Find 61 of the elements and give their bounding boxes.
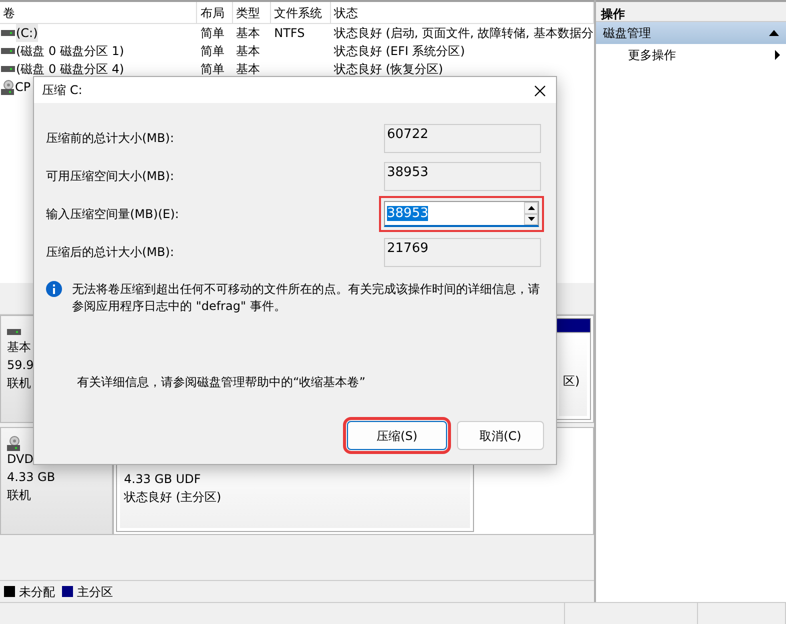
dialog-button[interactable]: 取消(C) — [457, 421, 544, 450]
help-text: 有关详细信息，请参阅磁盘管理帮助中的“收缩基本卷” — [77, 374, 366, 391]
drive-icon — [7, 328, 21, 336]
field-label: 可用压缩空间大小(MB): — [46, 168, 174, 185]
action-item[interactable]: 更多操作 — [596, 44, 786, 66]
submenu-arrow-icon — [775, 50, 780, 60]
disk-info: 基本 — [7, 340, 31, 354]
disk-info: 联机 — [7, 376, 31, 390]
drive-icon — [1, 47, 15, 55]
field-label: 压缩前的总计大小(MB): — [46, 130, 174, 147]
column-header[interactable]: 文件系统 — [271, 2, 331, 23]
info-text: 无法将卷压缩到超出任何不可移动的文件所在的点。有关完成该操作时间的详细信息，请参阅应用程序日志中的 "defrag" 事件。 — [72, 281, 541, 315]
table-cell: 状态良好 (恢复分区) — [334, 62, 444, 76]
table-cell: 简单 — [200, 62, 224, 76]
collapse-icon — [769, 30, 779, 36]
table-cell: 状态良好 (启动, 页面文件, 故障转储, 基本数据分 — [334, 26, 594, 40]
volume-name[interactable]: (C:) — [16, 24, 38, 42]
field-label: 输入压缩空间量(MB)(E): — [46, 206, 179, 223]
table-cell: NTFS — [274, 26, 305, 40]
actions-header: 操作 — [596, 0, 786, 22]
partition-header-bar — [556, 319, 590, 333]
spin-box[interactable]: 38953 — [384, 201, 539, 227]
column-header[interactable]: 类型 — [233, 2, 272, 23]
close-icon — [534, 84, 546, 97]
disk-info: 4.33 GB — [7, 470, 56, 484]
disk-info: 59.9 — [7, 358, 34, 372]
legend-label: 主分区 — [77, 584, 113, 600]
disk-info: DVD — [7, 452, 34, 466]
drive-icon — [1, 65, 15, 73]
dialog-title: 压缩 C: — [42, 82, 82, 99]
disk-info: 联机 — [7, 488, 31, 502]
table-cell: 简单 — [200, 44, 224, 58]
spin-up-button[interactable] — [524, 202, 538, 214]
table-cell: 基本 — [236, 44, 260, 58]
volume-name[interactable]: (磁盘 0 磁盘分区 4) — [16, 60, 124, 78]
table-cell: 简单 — [200, 26, 224, 40]
table-cell: 基本 — [236, 62, 260, 76]
cd-drive-icon — [1, 80, 14, 94]
table-cell: 状态良好 (EFI 系统分区) — [334, 44, 465, 58]
drive-icon — [1, 29, 15, 37]
cd-drive-icon — [7, 436, 20, 452]
readonly-field: 38953 — [384, 162, 541, 190]
legend-label: 未分配 — [19, 584, 55, 600]
down-arrow-icon — [528, 217, 534, 222]
column-header[interactable]: 布局 — [197, 2, 234, 23]
column-header[interactable]: 卷 — [0, 2, 198, 23]
partition-info: 状态良好 (主分区) — [124, 489, 222, 506]
partition-info: 4.33 GB UDF — [124, 471, 202, 488]
actions-section-header[interactable]: 磁盘管理 — [596, 22, 786, 44]
volume-name[interactable]: (磁盘 0 磁盘分区 1) — [16, 42, 124, 60]
volume-name[interactable]: CP — [15, 78, 31, 96]
field-label: 压缩后的总计大小(MB): — [46, 244, 174, 261]
up-arrow-icon — [528, 206, 534, 210]
table-cell: 基本 — [236, 26, 260, 40]
spin-down-button[interactable] — [524, 214, 538, 225]
info-icon — [46, 281, 62, 297]
column-header[interactable]: 状态 — [330, 2, 594, 23]
readonly-field: 60722 — [384, 124, 541, 152]
readonly-field: 21769 — [384, 238, 541, 266]
section-title: 磁盘管理 — [603, 25, 651, 42]
partition-info: 区) — [563, 373, 581, 390]
